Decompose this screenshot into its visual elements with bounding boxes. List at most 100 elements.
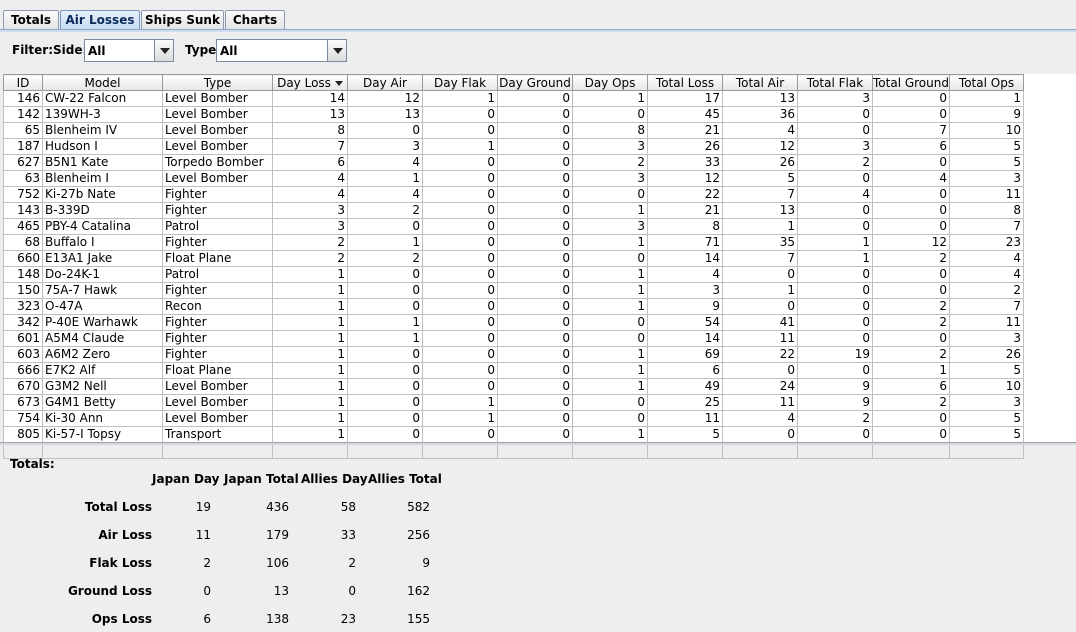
cell-day-ops: 1: [572, 266, 648, 283]
totals-value: 19: [195, 500, 211, 514]
cell-total-flak: 19: [797, 346, 873, 363]
cell-total-ground: 2: [872, 250, 950, 267]
tab-ships-sunk[interactable]: Ships Sunk: [141, 10, 224, 29]
table-row[interactable]: 143 B-339D Fighter 3 2 0 0 1 21 13 0 0 8: [3, 202, 1024, 219]
column-header-total-loss[interactable]: Total Loss: [647, 74, 723, 91]
column-header-model[interactable]: Model: [42, 74, 163, 91]
cell-model: B5N1 Kate: [42, 154, 163, 171]
cell-day-flak: 0: [422, 154, 498, 171]
table-row[interactable]: 670 G3M2 Nell Level Bomber 1 0 0 0 1 49 24 9 6 10: [3, 378, 1024, 395]
chevron-down-icon[interactable]: [327, 40, 346, 61]
cell-day-ground: 0: [497, 106, 573, 123]
column-header-label: Day Ground: [499, 75, 571, 90]
cell-total-flak: 3: [797, 90, 873, 107]
side-select[interactable]: All: [84, 39, 174, 62]
column-header-total-flak[interactable]: Total Flak: [797, 74, 873, 91]
type-select[interactable]: All: [216, 39, 347, 62]
cell-day-flak: 0: [422, 202, 498, 219]
cell-total-ops: 1: [949, 90, 1024, 107]
table-row[interactable]: 660 E13A1 Jake Float Plane 2 2 0 0 0 14 7 1 2 4: [3, 250, 1024, 267]
cell-total-air: 5: [722, 170, 798, 187]
cell-day-loss: 2: [272, 234, 348, 251]
cell-total-ops: 4: [949, 250, 1024, 267]
tab-totals[interactable]: Totals: [3, 10, 59, 29]
totals-value: 6: [203, 612, 211, 626]
cell-day-air: 0: [347, 378, 423, 395]
cell-day-loss: 2: [272, 250, 348, 267]
cell-day-ground: 0: [497, 314, 573, 331]
cell-id: 627: [3, 154, 43, 171]
cell-total-loss: 21: [647, 202, 723, 219]
table-row[interactable]: 465 PBY-4 Catalina Patrol 3 0 0 0 3 8 1 0 0 7: [3, 218, 1024, 235]
type-select-value: All: [220, 44, 238, 58]
column-header-id[interactable]: ID: [3, 74, 43, 91]
table-row[interactable]: 601 A5M4 Claude Fighter 1 1 0 0 0 14 11 0 0 3: [3, 330, 1024, 347]
cell-total-ops: 7: [949, 218, 1024, 235]
cell-model: O-47A: [42, 298, 163, 315]
column-header-day-ops[interactable]: Day Ops: [572, 74, 648, 91]
table-row[interactable]: 187 Hudson I Level Bomber 7 3 1 0 3 26 12 3 6 5: [3, 138, 1024, 155]
cell-day-loss: 1: [272, 346, 348, 363]
cell-day-loss: 13: [272, 106, 348, 123]
cell-type: Fighter: [162, 202, 273, 219]
cell-total-ground: 0: [872, 282, 950, 299]
table-row[interactable]: 627 B5N1 Kate Torpedo Bomber 6 4 0 0 2 33 26 2 0 5: [3, 154, 1024, 171]
cell-type: Level Bomber: [162, 170, 273, 187]
cell-day-loss: 1: [272, 330, 348, 347]
column-header-total-ops[interactable]: Total Ops: [949, 74, 1024, 91]
cell-type: Patrol: [162, 218, 273, 235]
cell-day-ops: 2: [572, 154, 648, 171]
table-row[interactable]: 805 Ki-57-I Topsy Transport 1 0 0 0 1 5 0 0 0 5: [3, 426, 1024, 443]
cell-total-loss: 3: [647, 282, 723, 299]
filter-label: Filter:: [12, 43, 54, 57]
table-row[interactable]: 754 Ki-30 Ann Level Bomber 1 0 1 0 0 11 4 2 0 5: [3, 410, 1024, 427]
table-row[interactable]: 150 75A-7 Hawk Fighter 1 0 0 0 1 3 1 0 0 2: [3, 282, 1024, 299]
table-row[interactable]: 673 G4M1 Betty Level Bomber 1 0 1 0 0 25 11 9 2 3: [3, 394, 1024, 411]
cell-day-air: 4: [347, 154, 423, 171]
column-header-day-ground[interactable]: Day Ground: [497, 74, 573, 91]
cell-day-ground: 0: [497, 346, 573, 363]
cell-id: 150: [3, 282, 43, 299]
column-header-day-flak[interactable]: Day Flak: [422, 74, 498, 91]
cell-day-flak: 0: [422, 314, 498, 331]
table-row[interactable]: 146 CW-22 Falcon Level Bomber 14 12 1 0 1 17 13 3 0…: [3, 90, 1024, 107]
totals-header-allies-day: Allies Day: [301, 472, 368, 486]
tab-air-losses[interactable]: Air Losses: [60, 10, 140, 29]
tab-charts[interactable]: Charts: [225, 10, 285, 29]
table-row[interactable]: 142 139WH-3 Level Bomber 13 13 0 0 0 45 36 0 0 9: [3, 106, 1024, 123]
cell-type: Fighter: [162, 186, 273, 203]
cell-total-ground: 6: [872, 378, 950, 395]
table-row[interactable]: 148 Do-24K-1 Patrol 1 0 0 0 1 4 0 0 0 4: [3, 266, 1024, 283]
totals-value: 9: [422, 556, 430, 570]
column-header-total-ground[interactable]: Total Ground: [872, 74, 950, 91]
cell-day-flak: 0: [422, 186, 498, 203]
table-row[interactable]: 342 P-40E Warhawk Fighter 1 1 0 0 0 54 41 0 2 11: [3, 314, 1024, 331]
table-row[interactable]: 63 Blenheim I Level Bomber 4 1 0 0 3 12 5 0 4 3: [3, 170, 1024, 187]
cell-total-loss: 14: [647, 330, 723, 347]
table-row[interactable]: 323 O-47A Recon 1 0 0 0 1 9 0 0 2 7: [3, 298, 1024, 315]
cell-day-flak: 0: [422, 106, 498, 123]
cell-day-loss: 1: [272, 298, 348, 315]
cell-total-flak: 1: [797, 234, 873, 251]
table-row[interactable]: 603 A6M2 Zero Fighter 1 0 0 0 1 69 22 19 2 26: [3, 346, 1024, 363]
chevron-down-icon[interactable]: [154, 40, 173, 61]
column-header-day-air[interactable]: Day Air: [347, 74, 423, 91]
cell-day-ops: 1: [572, 298, 648, 315]
cell-day-air: 1: [347, 170, 423, 187]
column-header-day-loss[interactable]: Day Loss: [272, 74, 348, 91]
cell-day-ops: 0: [572, 394, 648, 411]
totals-header-allies-total: Allies Total: [368, 472, 442, 486]
totals-value: 256: [407, 528, 430, 542]
column-header-type[interactable]: Type: [162, 74, 273, 91]
table-row[interactable]: 752 Ki-27b Nate Fighter 4 4 0 0 0 22 7 4 0 11: [3, 186, 1024, 203]
cell-day-ops: 8: [572, 122, 648, 139]
cell-type: Transport: [162, 426, 273, 443]
table-row[interactable]: 65 Blenheim IV Level Bomber 8 0 0 0 8 21 4 0 7 10: [3, 122, 1024, 139]
table-row[interactable]: 666 E7K2 Alf Float Plane 1 0 0 0 1 6 0 0 1 5: [3, 362, 1024, 379]
table-row[interactable]: 68 Buffalo I Fighter 2 1 0 0 1 71 35 1 12 23: [3, 234, 1024, 251]
cell-day-ground: 0: [497, 394, 573, 411]
cell-total-ground: 7: [872, 122, 950, 139]
column-header-total-air[interactable]: Total Air: [722, 74, 798, 91]
air-losses-table-area[interactable]: ID Model Type Day Loss Day Air Day Flak …: [3, 74, 1076, 459]
cell-total-flak: 0: [797, 122, 873, 139]
